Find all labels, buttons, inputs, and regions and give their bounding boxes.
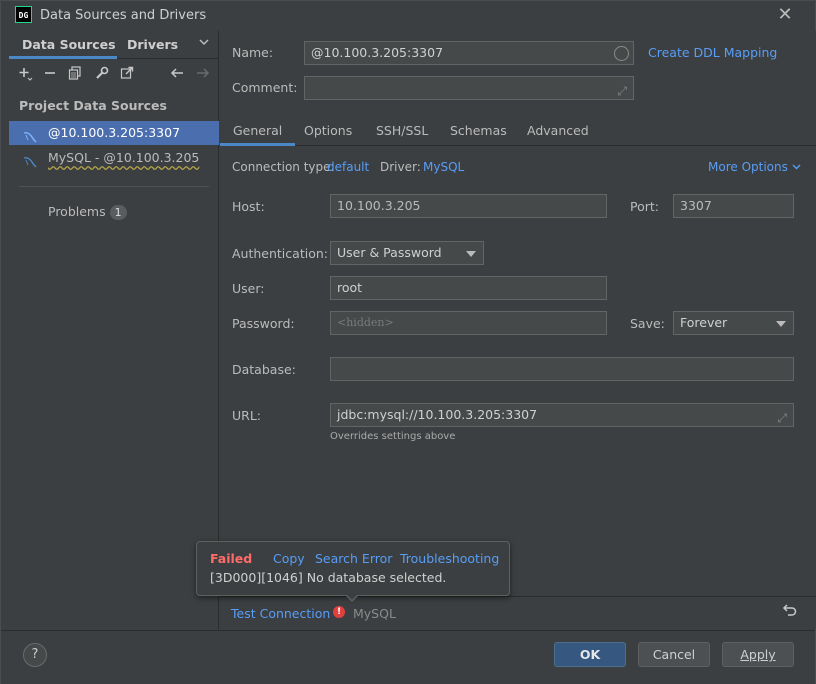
dialog-footer: ? OK Cancel Apply: [1, 630, 815, 684]
active-tab-indicator: [220, 143, 295, 146]
database-label: Database:: [232, 362, 296, 377]
url-value: jdbc:mysql://10.100.3.205:3307: [337, 407, 538, 422]
title-bar: DG Data Sources and Drivers ✕: [1, 1, 815, 30]
test-connection-link[interactable]: Test Connection: [231, 606, 330, 621]
chevron-down-icon[interactable]: [198, 36, 210, 51]
connection-type-label: Connection type:: [232, 160, 335, 174]
error-icon[interactable]: !: [333, 606, 345, 618]
tab-advanced[interactable]: Advanced: [527, 123, 589, 138]
more-options-link[interactable]: More Options: [708, 160, 801, 174]
close-icon[interactable]: ✕: [775, 5, 795, 25]
left-tab-bar: Data Sources Drivers: [9, 31, 219, 59]
comment-field[interactable]: ⤢: [304, 76, 634, 100]
project-data-sources-heading: Project Data Sources: [19, 98, 167, 113]
tab-ssh-ssl[interactable]: SSH/SSL: [376, 123, 428, 138]
divider: [19, 186, 209, 187]
wrench-icon[interactable]: [93, 65, 111, 83]
name-label: Name:: [232, 45, 274, 60]
cancel-button[interactable]: Cancel: [638, 642, 710, 667]
connection-type-value[interactable]: default: [327, 160, 369, 174]
mysql-icon: [23, 152, 37, 168]
comment-label: Comment:: [232, 80, 298, 95]
port-field[interactable]: 3307: [673, 194, 794, 218]
url-label: URL:: [232, 408, 262, 423]
url-note: Overrides settings above: [330, 431, 456, 442]
chevron-down-icon: [792, 164, 801, 170]
name-value: @10.100.3.205:3307: [311, 45, 444, 60]
user-value: root: [337, 280, 363, 295]
host-field[interactable]: 10.100.3.205: [330, 194, 607, 218]
dropdown-arrow-icon: [776, 321, 786, 327]
url-field[interactable]: jdbc:mysql://10.100.3.205:3307 ⤢: [330, 403, 794, 427]
host-value: 10.100.3.205: [337, 198, 421, 213]
left-toolbar: [9, 61, 219, 89]
mysql-icon: [23, 127, 37, 143]
tab-data-sources[interactable]: Data Sources: [22, 37, 116, 52]
dropdown-arrow-icon: [466, 251, 476, 257]
troubleshooting-link[interactable]: Troubleshooting: [400, 551, 499, 566]
save-value: Forever: [680, 315, 728, 330]
port-value: 3307: [680, 198, 712, 213]
apply-button[interactable]: Apply: [722, 642, 794, 667]
apply-label: Apply: [740, 647, 776, 662]
authentication-label: Authentication:: [232, 246, 328, 261]
failed-status: Failed: [210, 551, 253, 566]
password-placeholder: <hidden>: [337, 316, 394, 329]
export-icon[interactable]: [118, 65, 136, 83]
password-field[interactable]: <hidden>: [330, 311, 607, 335]
save-select[interactable]: Forever: [673, 311, 794, 335]
expand-icon[interactable]: ⤢: [777, 407, 787, 429]
right-panel: Name: @10.100.3.205:3307 Create DDL Mapp…: [220, 31, 816, 629]
datasource-label: MySQL - @10.100.3.205: [48, 150, 200, 165]
forward-arrow-icon[interactable]: [194, 65, 212, 83]
problems-count-badge: 1: [109, 205, 127, 220]
more-options-label: More Options: [708, 160, 788, 174]
test-driver-name: MySQL: [353, 606, 396, 621]
add-icon[interactable]: [16, 65, 34, 83]
database-field[interactable]: [330, 357, 794, 381]
test-connection-error-popup: Failed Copy Search Error Troubleshooting…: [196, 541, 510, 596]
datasource-label: @10.100.3.205:3307: [48, 125, 181, 140]
tab-drivers[interactable]: Drivers: [127, 37, 178, 52]
name-field[interactable]: @10.100.3.205:3307: [304, 41, 634, 65]
search-error-link[interactable]: Search Error: [315, 551, 392, 566]
active-tab-indicator: [9, 56, 117, 59]
color-circle-icon[interactable]: [614, 46, 629, 61]
driver-label: Driver:: [380, 160, 421, 174]
tab-schemas[interactable]: Schemas: [450, 123, 507, 138]
user-label: User:: [232, 281, 265, 296]
window-title: Data Sources and Drivers: [40, 8, 207, 23]
datasource-item[interactable]: MySQL - @10.100.3.205: [9, 146, 219, 170]
password-label: Password:: [232, 316, 295, 331]
driver-link[interactable]: MySQL: [423, 160, 464, 174]
authentication-value: User & Password: [337, 245, 442, 260]
create-ddl-mapping-link[interactable]: Create DDL Mapping: [648, 45, 777, 60]
user-field[interactable]: root: [330, 276, 607, 300]
tab-general[interactable]: General: [233, 123, 282, 138]
settings-tab-bar: General Options SSH/SSL Schemas Advanced: [220, 116, 816, 146]
port-label: Port:: [630, 199, 659, 214]
problems-label: Problems: [48, 204, 106, 219]
ok-button[interactable]: OK: [554, 642, 626, 667]
back-arrow-icon[interactable]: [168, 65, 186, 83]
expand-icon[interactable]: ⤢: [617, 80, 627, 102]
tab-options[interactable]: Options: [304, 123, 352, 138]
remove-icon[interactable]: [41, 65, 59, 83]
error-message: [3D000][1046] No database selected.: [210, 570, 447, 585]
help-button[interactable]: ?: [23, 643, 47, 667]
datasource-item[interactable]: @10.100.3.205:3307: [9, 121, 219, 145]
host-label: Host:: [232, 199, 265, 214]
popup-pointer-inner: [346, 594, 358, 600]
duplicate-icon[interactable]: [66, 65, 84, 83]
authentication-select[interactable]: User & Password: [330, 241, 484, 265]
undo-icon[interactable]: [780, 602, 800, 622]
save-label: Save:: [630, 316, 665, 331]
left-panel: Data Sources Drivers Project Data Source…: [9, 31, 219, 629]
copy-link[interactable]: Copy: [273, 551, 305, 566]
datagrip-logo-icon: DG: [15, 6, 32, 23]
dialog-window: DG Data Sources and Drivers ✕ Data Sourc…: [0, 0, 816, 684]
problems-item[interactable]: Problems 1: [48, 204, 127, 220]
